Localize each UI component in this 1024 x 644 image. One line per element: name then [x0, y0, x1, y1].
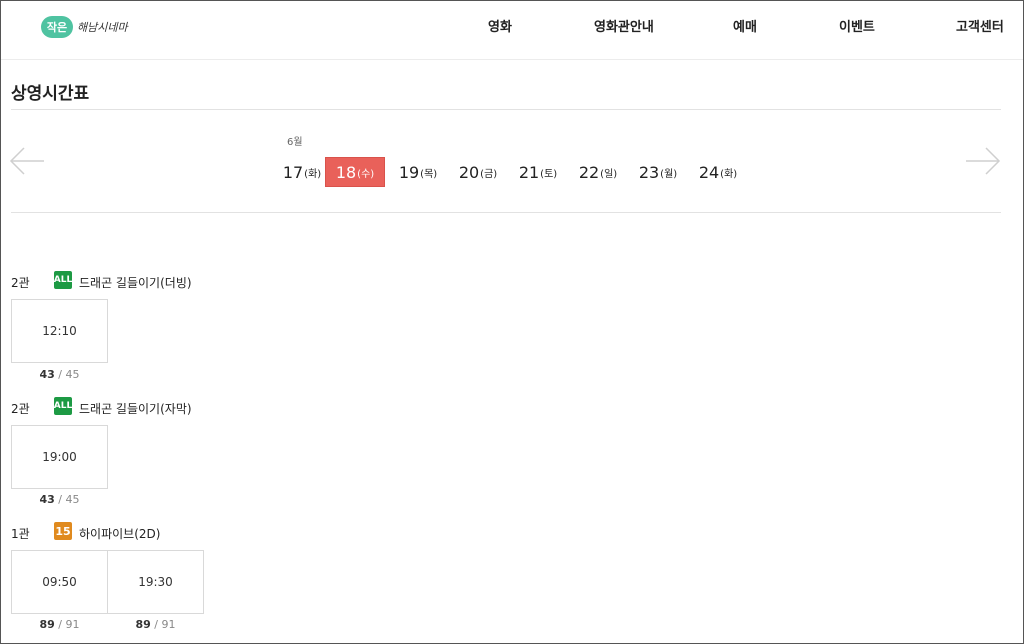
date-19[interactable]: 19 (목) [389, 157, 447, 187]
nav-movies[interactable]: 영화 [488, 16, 512, 35]
logo[interactable]: 작은 해남시네마 [41, 16, 128, 38]
nav-events[interactable]: 이벤트 [839, 16, 875, 35]
showtime-button[interactable]: 19:30 [107, 550, 204, 614]
logo-badge: 작은 [41, 16, 73, 38]
hall-label: 1관 [11, 527, 30, 541]
hall-label: 2관 [11, 276, 30, 290]
next-arrow-icon[interactable] [965, 146, 1001, 176]
showtime-button[interactable]: 19:00 [11, 425, 108, 489]
rating-all-badge: ALL [54, 397, 72, 415]
movie-title[interactable]: 드래곤 길들이기(자막) [79, 400, 192, 417]
prev-arrow-icon[interactable] [9, 146, 45, 176]
movie-title[interactable]: 드래곤 길들이기(더빙) [79, 274, 192, 291]
seat-count: 43 / 45 [39, 493, 80, 506]
nav-booking[interactable]: 예매 [733, 16, 757, 35]
movie-title[interactable]: 하이파이브(2D) [79, 525, 160, 542]
rating-15-badge: 15 [54, 522, 72, 540]
date-21[interactable]: 21 (토) [509, 157, 567, 187]
seat-count: 89 / 91 [135, 618, 176, 631]
month-label: 6월 [287, 137, 303, 148]
date-24[interactable]: 24 (화) [689, 157, 747, 187]
nav-customer-center[interactable]: 고객센터 [956, 16, 1004, 35]
date-22[interactable]: 22 (일) [569, 157, 627, 187]
nav-theater-info[interactable]: 영화관안내 [594, 16, 654, 35]
date-17[interactable]: 17 (화) [273, 157, 331, 187]
seat-count: 43 / 45 [39, 368, 80, 381]
divider [11, 109, 1001, 110]
page-title: 상영시간표 [11, 84, 90, 104]
date-18-selected[interactable]: 18 (수) [325, 157, 385, 187]
date-23[interactable]: 23 (월) [629, 157, 687, 187]
top-header: 작은 해남시네마 영화 영화관안내 예매 이벤트 고객센터 [1, 1, 1023, 60]
seat-count: 89 / 91 [39, 618, 80, 631]
showtime-button[interactable]: 09:50 [11, 550, 108, 614]
divider [11, 212, 1001, 213]
rating-all-badge: ALL [54, 271, 72, 289]
date-20[interactable]: 20 (금) [449, 157, 507, 187]
logo-text: 해남시네마 [77, 21, 128, 34]
showtime-button[interactable]: 12:10 [11, 299, 108, 363]
hall-label: 2관 [11, 402, 30, 416]
